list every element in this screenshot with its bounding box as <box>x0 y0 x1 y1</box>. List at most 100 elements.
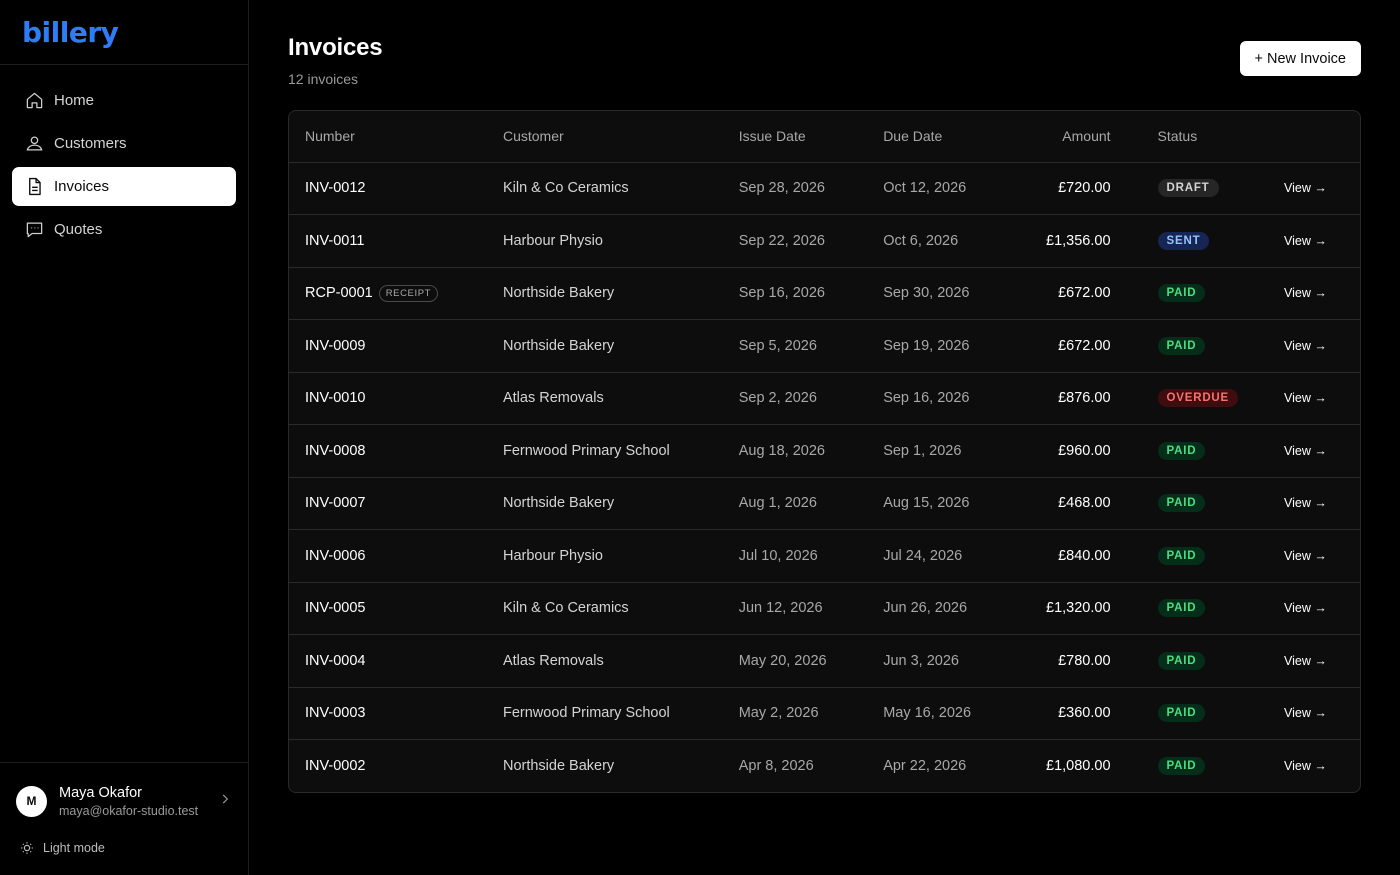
avatar: M <box>16 785 47 817</box>
cell-number: INV-0009 <box>289 319 487 373</box>
table-row[interactable]: INV-0011 Harbour Physio Sep 22, 2026 Oct 6,… <box>289 214 1360 268</box>
invoice-number: INV-0008 <box>305 442 366 459</box>
status-badge: PAID <box>1157 336 1206 355</box>
app-shell: billery Home Customers Invoices Quotes M… <box>0 0 1400 875</box>
new-invoice-button[interactable]: + New Invoice <box>1239 41 1361 76</box>
sidebar-item-label: Quotes <box>54 221 103 238</box>
status-badge: PAID <box>1157 284 1206 303</box>
view-invoice-link[interactable]: View → <box>1284 601 1327 615</box>
sidebar-item-invoices[interactable]: Invoices <box>12 167 236 206</box>
cell-action: View → <box>1254 319 1360 373</box>
cell-status: PAID <box>1126 687 1255 740</box>
chat-icon <box>24 220 44 240</box>
view-invoice-link[interactable]: View → <box>1284 549 1327 563</box>
cell-due-date: Oct 6, 2026 <box>867 214 997 268</box>
table-row[interactable]: INV-0012 Kiln & Co Ceramics Sep 28, 2026 Oc… <box>289 162 1360 215</box>
cell-customer: Northside Bakery <box>486 477 723 530</box>
status-badge: PAID <box>1157 546 1206 565</box>
cell-due-date: Sep 1, 2026 <box>867 424 997 478</box>
user-menu[interactable]: M Maya Okafor maya@okafor-studio.test <box>0 763 248 831</box>
logo[interactable]: billery <box>22 16 119 49</box>
cell-customer: Atlas Removals <box>486 634 723 688</box>
sidebar-item-home[interactable]: Home <box>12 81 236 120</box>
cell-number: INV-0002 <box>289 740 487 793</box>
status-badge: PAID <box>1157 599 1206 618</box>
table-row[interactable]: INV-0004 Atlas Removals May 20, 2026 Jun 3,… <box>289 634 1360 688</box>
cell-amount: £1,356.00 <box>996 214 1127 268</box>
cell-status: DRAFT <box>1126 162 1255 215</box>
cell-amount: £672.00 <box>996 319 1127 373</box>
view-invoice-link[interactable]: View → <box>1284 181 1327 195</box>
sidebar-item-label: Customers <box>54 135 127 152</box>
table-row[interactable]: INV-0009 Northside Bakery Sep 5, 2026 Sep 1… <box>289 319 1360 373</box>
cell-due-date: Sep 16, 2026 <box>867 372 997 425</box>
cell-issue-date: Aug 1, 2026 <box>722 477 868 530</box>
cell-customer: Northside Bakery <box>486 319 723 373</box>
cell-status: PAID <box>1126 319 1255 373</box>
view-invoice-link[interactable]: View → <box>1284 391 1327 405</box>
cell-issue-date: Apr 8, 2026 <box>738 758 814 774</box>
cell-amount: £1,080.00 <box>1046 758 1111 774</box>
column-header-issue-date[interactable]: Issue Date <box>722 111 868 163</box>
table-row[interactable]: INV-0002 Northside Bakery Apr 8, 2026 Apr 2… <box>289 740 1360 793</box>
receipt-tag: RECEIPT <box>378 284 439 302</box>
table-row[interactable]: INV-0003 Fernwood Primary School May 2, 20… <box>289 687 1360 740</box>
cell-due-date: Sep 19, 2026 <box>867 319 997 373</box>
table-row[interactable]: INV-0010 Atlas Removals Sep 2, 2026 Sep 16,… <box>289 372 1360 425</box>
view-invoice-link[interactable]: View → <box>1284 706 1327 720</box>
cell-status: PAID <box>1127 740 1254 793</box>
cell-action: View → <box>1254 634 1360 688</box>
invoice-number: INV-0005 <box>305 600 366 617</box>
sidebar-nav: Home Customers Invoices Quotes <box>0 65 248 265</box>
user-email: maya@okafor-studio.test <box>59 803 199 818</box>
cell-customer: Fernwood Primary School <box>486 687 723 740</box>
column-header-status[interactable]: Status <box>1126 111 1255 163</box>
cell-action: View → <box>1254 687 1360 740</box>
view-invoice-link[interactable]: View → <box>1284 444 1327 458</box>
cell-action: View → <box>1254 214 1360 268</box>
main-content: Invoices 12 invoices + New Invoice Numbe… <box>249 0 1400 875</box>
sidebar-item-customers[interactable]: Customers <box>12 124 236 163</box>
view-invoice-link[interactable]: View → <box>1284 339 1327 353</box>
column-header-customer[interactable]: Customer <box>486 111 723 163</box>
status-badge: PAID <box>1157 757 1206 775</box>
cell-due-date: May 16, 2026 <box>867 687 997 740</box>
view-invoice-link[interactable]: View → <box>1284 234 1327 248</box>
view-invoice-link[interactable]: View → <box>1284 496 1327 510</box>
cell-number: INV-0004 <box>289 634 487 688</box>
chevron-right-icon <box>218 792 232 811</box>
view-invoice-link[interactable]: View → <box>1284 759 1327 773</box>
table-row[interactable]: INV-0007 Northside Bakery Aug 1, 2026 Aug 1… <box>289 477 1360 530</box>
cell-due-date: Jun 3, 2026 <box>867 634 997 688</box>
column-header-actions <box>1254 111 1360 163</box>
invoice-number: INV-0003 <box>305 705 366 722</box>
sidebar: billery Home Customers Invoices Quotes M… <box>0 0 249 875</box>
invoice-number: INV-0002 <box>305 758 366 774</box>
cell-action: View → <box>1254 372 1360 425</box>
sidebar-footer: M Maya Okafor maya@okafor-studio.test Li… <box>0 762 248 875</box>
cell-issue-date: Sep 28, 2026 <box>722 162 868 215</box>
table-row[interactable]: INV-0006 Harbour Physio Jul 10, 2026 Jul 24… <box>289 529 1360 583</box>
cell-issue-date: May 2, 2026 <box>722 687 868 740</box>
cell-number: INV-0012 <box>289 162 487 215</box>
cell-issue-date: Aug 18, 2026 <box>722 424 868 478</box>
document-icon <box>24 177 44 197</box>
view-invoice-link[interactable]: View → <box>1284 286 1327 300</box>
theme-toggle[interactable]: Light mode <box>0 831 248 875</box>
table-row[interactable]: RCP-0001 RECEIPT Northside Bakery Sep 16, 2… <box>289 267 1360 320</box>
table-row[interactable]: INV-0005 Kiln & Co Ceramics Jun 12, 2026 Ju… <box>289 582 1360 635</box>
cell-amount: £780.00 <box>996 634 1127 688</box>
cell-amount: £672.00 <box>996 267 1127 320</box>
view-invoice-link[interactable]: View → <box>1284 654 1327 668</box>
cell-status: PAID <box>1126 267 1255 320</box>
column-header-number[interactable]: Number <box>289 111 487 163</box>
cell-status: PAID <box>1126 529 1255 583</box>
column-header-due-date[interactable]: Due Date <box>867 111 997 163</box>
column-header-amount[interactable]: Amount <box>996 111 1127 163</box>
cell-number: INV-0005 <box>289 582 487 635</box>
cell-number: RCP-0001 RECEIPT <box>289 267 487 320</box>
user-name: Maya Okafor <box>59 784 142 801</box>
sidebar-item-quotes[interactable]: Quotes <box>12 210 236 249</box>
users-icon <box>24 134 44 154</box>
table-row[interactable]: INV-0008 Fernwood Primary School Aug 18, 2… <box>289 424 1360 478</box>
